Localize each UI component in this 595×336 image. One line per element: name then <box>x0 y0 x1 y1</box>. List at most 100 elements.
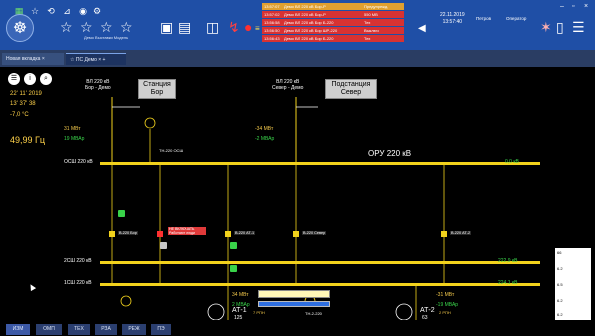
bus-1sh[interactable] <box>100 283 540 286</box>
tab-omp[interactable]: ОМП <box>36 324 62 335</box>
side-value: 6.2 <box>557 312 563 317</box>
breaker-at1[interactable] <box>225 231 231 237</box>
camera-icon[interactable]: ◉ <box>78 6 88 16</box>
event-row[interactable]: 13:57:07 Демо ВЛ 220 кВ Бор-Р Предупрежд… <box>262 3 404 10</box>
bus-2sh-voltage: 222,9 кВ <box>498 258 518 264</box>
at2-transformer[interactable] <box>395 303 413 320</box>
side-value: 66 <box>557 250 562 255</box>
tab-rza[interactable]: РЗА <box>95 324 117 335</box>
logo-icon: ☸ <box>6 14 34 42</box>
minimize-icon[interactable]: – <box>560 3 564 10</box>
event-state: Выключ <box>364 28 379 33</box>
info-icon[interactable]: i <box>24 73 36 85</box>
speaker-icon[interactable]: ◀ <box>418 22 426 36</box>
oru-label: ОРУ 220 кВ <box>368 149 412 158</box>
arrow-icon[interactable]: ↯ <box>228 20 240 34</box>
breaker-warning[interactable] <box>157 231 163 237</box>
at2-label[interactable]: АТ-2 <box>420 307 435 314</box>
bus-osh-label: ОСШ 220 кВ <box>64 159 93 165</box>
line-sever-label[interactable]: ВЛ 220 кВ Север - Демо <box>272 79 303 91</box>
right-power-mw: -34 МВт <box>255 126 274 132</box>
tn-1sh-transformer[interactable] <box>120 295 132 307</box>
tab-ps-demo[interactable]: ☆ ПС Демо × + <box>66 53 126 65</box>
clock-time: 13:57:40 <box>442 19 463 25</box>
scheme-time: 13' 37' 38 <box>10 101 36 107</box>
menu-icon[interactable]: ☰ <box>572 20 585 34</box>
person-icon[interactable]: ✶ <box>540 20 552 34</box>
breaker-label: В-220 Север <box>302 231 327 235</box>
right-power-mvar: -2 МВАр <box>255 136 275 142</box>
user-role[interactable]: Оператор <box>506 16 526 21</box>
tab-pe[interactable]: ПЭ <box>151 324 171 335</box>
event-row[interactable]: 13:56:43 Демо ВЛ 220 кВ Бор Б-220 Тех <box>262 35 404 42</box>
warning-tag[interactable]: НЕ ВКЛЮЧАТЬ Работают люди <box>168 227 206 235</box>
bus-osh[interactable] <box>100 162 540 165</box>
save-icon[interactable]: ▣ <box>160 20 173 34</box>
alarm-icon[interactable]: ● <box>244 20 252 34</box>
side-panel[interactable]: 66 6.2 6.5 6.2 6.2 <box>555 248 591 320</box>
tool-4-icon[interactable]: ☆ <box>120 20 133 34</box>
event-state: Тех <box>364 20 371 25</box>
station-sever-button[interactable]: Подстанция Север <box>325 79 377 99</box>
side-value: 6.2 <box>557 298 563 303</box>
tab-izm[interactable]: ИЗМ <box>6 324 30 335</box>
document-icon[interactable]: ▯ <box>556 20 564 34</box>
tab-teh[interactable]: ТЕХ <box>68 324 90 335</box>
tab-new[interactable]: Новая вкладка × <box>2 53 64 65</box>
breaker-bor[interactable] <box>109 231 115 237</box>
bus-1sh-voltage: 224,1 кВ <box>498 280 518 286</box>
tool-1-icon[interactable]: ☆ <box>60 20 73 34</box>
ground-flag-icon[interactable] <box>230 265 237 272</box>
line-bor-label[interactable]: ВЛ 220 кВ Бор - Демо <box>85 79 111 91</box>
user-name[interactable]: Петров <box>476 16 491 21</box>
top-toolbar: ▦ ☆ ⟲ ⊿ ◉ ⚙ ☸ ☆ ☆ ☆ ☆ Демо Выставки Моде… <box>0 0 595 50</box>
ground-flag-icon[interactable] <box>230 242 237 249</box>
event-log[interactable]: 13:57:07 Демо ВЛ 220 кВ Бор-Р Предупрежд… <box>262 3 404 43</box>
breaker-at2[interactable] <box>441 231 447 237</box>
bus-2sh-label: 2СШ 220 кВ <box>64 258 92 264</box>
at1-transformer[interactable] <box>207 303 225 320</box>
breaker-label: В-220 АТ-2 <box>450 231 472 235</box>
bars-icon[interactable]: ≡ <box>255 22 260 36</box>
tool-caption: Демо Выставки Модель <box>84 35 129 40</box>
at1-label[interactable]: АТ-1 <box>232 307 247 314</box>
left-power-mvar: 19 МВАр <box>64 136 85 142</box>
scheme-date: 22' 11' 2019 <box>10 91 42 97</box>
event-row[interactable]: 13:56:50 Демо ВЛ 220 кВ Бор ШР-220 Выклю… <box>262 27 404 34</box>
event-time: 13:56:43 <box>264 36 280 41</box>
breaker-label: В-220 Бор <box>118 231 138 235</box>
tn-2sh-label: ТН-2-220 <box>305 311 322 316</box>
clock-date: 22.11.2019 <box>440 12 465 18</box>
monitor-icon[interactable]: ◫ <box>206 20 219 34</box>
substation-scheme: ☰ i ⌕ 22' 11' 2019 13' 37' 38 -7,0 °C 49… <box>0 67 595 331</box>
at2-mw: -31 МВт <box>436 292 455 298</box>
breaker-sever[interactable] <box>293 231 299 237</box>
document-icon[interactable]: ▤ <box>178 20 191 34</box>
ground-flag-icon[interactable] <box>160 242 167 249</box>
frequency: 49,99 Гц <box>10 135 46 145</box>
side-value: 6.5 <box>557 282 563 287</box>
star-icon[interactable]: ☆ <box>30 6 40 16</box>
tool-3-icon[interactable]: ☆ <box>100 20 113 34</box>
event-text: Демо ВЛ 220 кВ Бор-Р <box>284 4 326 9</box>
side-value: 6.2 <box>557 266 563 271</box>
settings-icon[interactable]: ⚙ <box>92 6 102 16</box>
at1-rpn: 7 РПН <box>253 310 265 315</box>
menu-icon[interactable]: ☰ <box>8 73 20 85</box>
event-row[interactable]: 13:57:02 Демо ВЛ 220 кВ Бор-Р 550 МВ <box>262 11 404 18</box>
at1-load-bar <box>258 290 330 298</box>
tab-rezh[interactable]: РЕЖ <box>122 324 146 335</box>
maximize-icon[interactable]: ▫ <box>572 3 574 10</box>
chart-icon[interactable]: ⊿ <box>62 6 72 16</box>
ground-flag-icon[interactable] <box>118 210 125 217</box>
bus-2sh[interactable] <box>100 261 540 264</box>
search-icon[interactable]: ⌕ <box>40 73 52 85</box>
station-bor-button[interactable]: Станция Бор <box>138 79 176 99</box>
event-row[interactable]: 13:56:58 Демо ВЛ 220 кВ Бор Б-220 Тех <box>262 19 404 26</box>
event-text: Демо ВЛ 220 кВ Бор-Р <box>284 12 326 17</box>
at2-mvar: -19 МВАр <box>436 302 459 308</box>
tn-osh-transformer[interactable] <box>144 117 156 129</box>
tool-2-icon[interactable]: ☆ <box>80 20 93 34</box>
history-icon[interactable]: ⟲ <box>46 6 56 16</box>
close-icon[interactable]: × <box>584 3 588 10</box>
